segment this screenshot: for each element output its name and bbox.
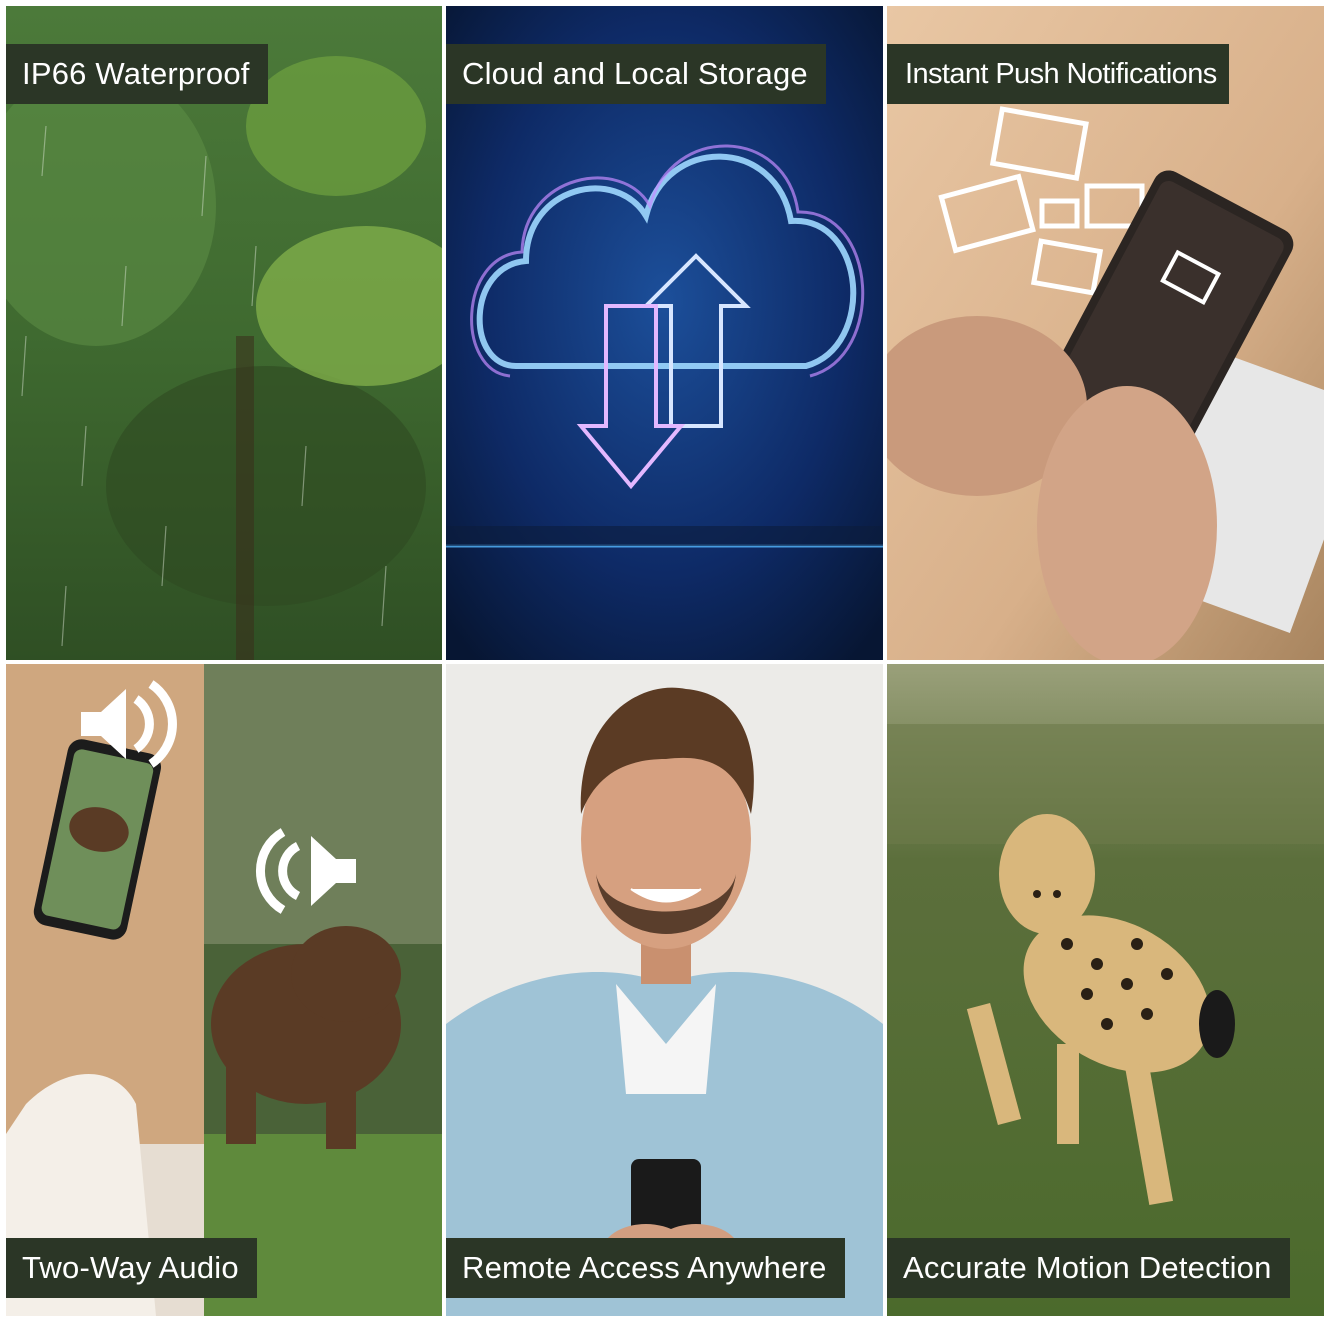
- tile-motion: Accurate Motion Detection: [887, 664, 1324, 1316]
- tile-label: Accurate Motion Detection: [887, 1238, 1290, 1298]
- tile-label: Two-Way Audio: [6, 1238, 257, 1298]
- tile-label: IP66 Waterproof: [6, 44, 268, 104]
- tile-notifications: Instant Push Notifications: [887, 6, 1324, 660]
- cloud-arrows-image: [446, 6, 883, 660]
- rain-forest-image: [6, 6, 442, 660]
- tile-storage: Cloud and Local Storage: [446, 6, 883, 660]
- tile-audio: Two-Way Audio: [6, 664, 442, 1316]
- cheetah-image: [887, 664, 1324, 1316]
- phone-notifications-image: [887, 6, 1324, 660]
- feature-grid: IP66 Waterproof Cloud and Local Storage …: [6, 6, 1324, 1316]
- tile-label: Instant Push Notifications: [887, 44, 1229, 104]
- tile-waterproof: IP66 Waterproof: [6, 6, 442, 660]
- tile-label: Remote Access Anywhere: [446, 1238, 845, 1298]
- man-phone-image: [446, 664, 883, 1316]
- tile-remote: Remote Access Anywhere: [446, 664, 883, 1316]
- bear-phone-image: [6, 664, 442, 1316]
- tile-label: Cloud and Local Storage: [446, 44, 826, 104]
